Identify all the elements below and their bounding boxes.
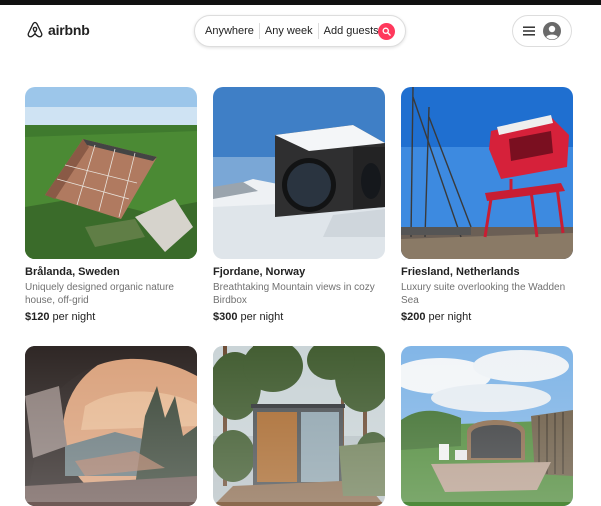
listing-card[interactable]: Friesland, Netherlands Luxury suite over… — [401, 87, 573, 324]
search-button[interactable] — [378, 23, 395, 40]
listing-price: $200 per night — [401, 311, 573, 324]
listing-photo[interactable] — [401, 346, 573, 506]
listing-price: $300 per night — [213, 311, 385, 324]
hamburger-menu-icon — [523, 26, 535, 36]
listing-card[interactable] — [213, 346, 385, 506]
listing-photo[interactable] — [25, 87, 197, 259]
search-divider — [317, 23, 319, 39]
search-bar[interactable]: Anywhere Any week Add guests — [194, 15, 406, 47]
search-icon — [382, 27, 391, 36]
listing-photo[interactable] — [213, 346, 385, 506]
listing-card[interactable]: Fjordane, Norway Breathtaking Mountain v… — [213, 87, 385, 324]
listing-card[interactable] — [25, 346, 197, 506]
listing-photo[interactable] — [25, 346, 197, 506]
listing-description: Luxury suite overlooking the Wadden Sea — [401, 282, 566, 306]
user-menu-button[interactable] — [512, 15, 572, 47]
listing-location: Brålanda, Sweden — [25, 266, 120, 278]
listing-price: $120 per night — [25, 311, 197, 324]
listing-location: Fjordane, Norway — [213, 266, 306, 278]
listing-price-amount: $120 — [25, 311, 50, 323]
listing-price-amount: $300 — [213, 311, 238, 323]
site-header: airbnb Anywhere Any week Add guests — [0, 5, 601, 57]
listing-photo[interactable] — [213, 87, 385, 259]
listing-location: Friesland, Netherlands — [401, 266, 520, 278]
search-any-week[interactable]: Any week — [265, 25, 313, 37]
listing-card[interactable]: Brålanda, Sweden Uniquely designed organ… — [25, 87, 197, 324]
listing-price-suffix: per night — [237, 311, 284, 323]
search-add-guests[interactable]: Add guests — [324, 25, 379, 37]
listing-photo[interactable] — [401, 87, 573, 259]
listing-description: Breathtaking Mountain views in cozy Bird… — [213, 282, 375, 306]
listing-price-suffix: per night — [49, 311, 96, 323]
listing-price-suffix: per night — [425, 311, 472, 323]
airbnb-logo-icon — [27, 21, 43, 38]
listing-price-amount: $200 — [401, 311, 426, 323]
search-divider — [258, 23, 260, 39]
avatar-icon — [543, 22, 561, 40]
search-anywhere[interactable]: Anywhere — [205, 25, 254, 37]
listing-description: Uniquely designed organic nature house, … — [25, 282, 174, 306]
brand-name: airbnb — [48, 22, 90, 38]
airbnb-logo[interactable]: airbnb — [26, 21, 90, 39]
listing-card[interactable] — [401, 346, 573, 506]
